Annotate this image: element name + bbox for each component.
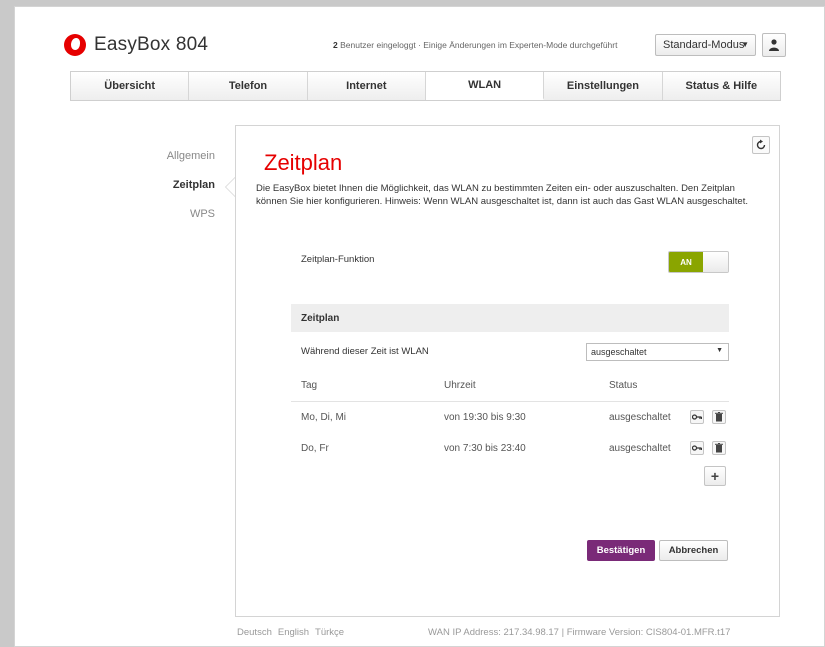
toggle-on-label: AN <box>669 252 703 272</box>
chevron-down-icon: ▼ <box>716 347 723 354</box>
tab-uebersicht[interactable]: Übersicht <box>71 72 190 100</box>
table-divider <box>291 401 729 402</box>
language-link-tuerkce[interactable]: Türkçe <box>315 627 344 638</box>
add-entry-button[interactable]: + <box>704 466 726 486</box>
cancel-button[interactable]: Abbrechen <box>659 540 728 561</box>
brand-name: EasyBox 804 <box>94 34 209 55</box>
active-indicator-arrow <box>225 177 235 197</box>
column-header-tag: Tag <box>301 380 318 391</box>
page-title: Zeitplan <box>264 150 343 175</box>
trash-icon <box>715 443 723 453</box>
vodafone-logo-icon <box>64 34 86 56</box>
main-nav: Übersicht Telefon Internet WLAN Einstell… <box>70 71 781 101</box>
toggle-knob <box>703 252 728 272</box>
subnav-item-allgemein[interactable]: Allgemein <box>120 150 215 162</box>
confirm-button[interactable]: Bestätigen <box>587 540 655 561</box>
row-tag: Mo, Di, Mi <box>301 412 346 423</box>
chevron-down-icon: ▼ <box>741 40 749 49</box>
subnav-item-wps[interactable]: WPS <box>120 208 215 220</box>
tab-status-hilfe[interactable]: Status & Hilfe <box>663 72 780 100</box>
brand: EasyBox 804 <box>64 34 208 56</box>
delete-button[interactable] <box>712 410 726 424</box>
schedule-function-label: Zeitplan-Funktion <box>301 254 375 265</box>
key-icon <box>692 414 702 420</box>
wlan-state-value: ausgeschaltet <box>591 347 647 357</box>
row-uhrzeit: von 19:30 bis 9:30 <box>444 412 526 423</box>
wlan-state-label: Während dieser Zeit ist WLAN <box>301 346 429 357</box>
tab-wlan[interactable]: WLAN <box>425 72 545 100</box>
user-button[interactable] <box>762 33 786 57</box>
refresh-icon <box>756 139 766 150</box>
page-description: Die EasyBox bietet Ihnen die Möglichkeit… <box>256 183 748 207</box>
login-status-text: Benutzer eingeloggt · Einige Änderungen … <box>337 40 618 50</box>
footer-info: WAN IP Address: 217.34.98.17 | Firmware … <box>428 627 731 638</box>
schedule-section-header: Zeitplan <box>291 304 729 332</box>
edit-button[interactable] <box>690 441 704 455</box>
content-panel: Zeitplan Die EasyBox bietet Ihnen die Mö… <box>235 125 780 617</box>
language-links: Deutsch English Türkçe <box>237 627 344 638</box>
trash-icon <box>715 412 723 422</box>
row-tag: Do, Fr <box>301 443 329 454</box>
language-link-english[interactable]: English <box>278 627 309 638</box>
row-status: ausgeschaltet <box>609 412 671 423</box>
delete-button[interactable] <box>712 441 726 455</box>
subnav-item-zeitplan[interactable]: Zeitplan <box>120 179 215 191</box>
tab-internet[interactable]: Internet <box>308 72 426 100</box>
column-header-uhrzeit: Uhrzeit <box>444 380 476 391</box>
tab-einstellungen[interactable]: Einstellungen <box>544 72 663 100</box>
row-status: ausgeschaltet <box>609 443 671 454</box>
schedule-function-toggle[interactable]: AN <box>668 251 729 273</box>
sub-nav: Allgemein Zeitplan WPS <box>120 150 215 237</box>
login-status: 2 Benutzer eingeloggt · Einige Änderunge… <box>333 40 617 50</box>
mode-select-value: Standard-Modus <box>663 39 745 51</box>
refresh-button[interactable] <box>752 136 770 154</box>
wlan-state-select[interactable]: ausgeschaltet ▼ <box>586 343 729 361</box>
mode-select[interactable]: Standard-Modus ▼ <box>655 34 756 56</box>
row-uhrzeit: von 7:30 bis 23:40 <box>444 443 526 454</box>
user-icon <box>769 39 779 51</box>
tab-telefon[interactable]: Telefon <box>189 72 308 100</box>
edit-button[interactable] <box>690 410 704 424</box>
language-link-deutsch[interactable]: Deutsch <box>237 627 272 638</box>
column-header-status: Status <box>609 380 638 391</box>
key-icon <box>692 445 702 451</box>
